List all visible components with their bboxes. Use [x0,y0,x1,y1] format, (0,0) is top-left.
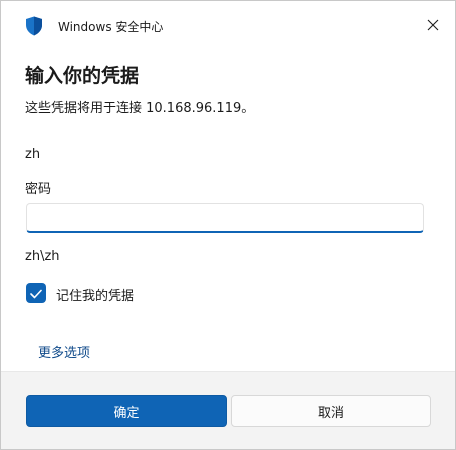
close-button[interactable] [419,11,447,39]
remember-credentials-label[interactable]: 记住我的凭据 [56,285,134,304]
dialog-footer: 确定 取消 [1,371,455,449]
password-label: 密码 [25,182,52,197]
more-options-link[interactable]: 更多选项 [38,342,90,361]
checkmark-icon [30,284,42,303]
app-title: Windows 安全中心 [58,20,164,34]
shield-icon [25,16,43,36]
ok-button[interactable]: 确定 [26,395,227,427]
remember-credentials-checkbox[interactable] [26,283,46,303]
close-icon [427,16,439,35]
username-text: zh [25,147,41,162]
dialog-heading: 输入你的凭据 [25,65,140,87]
password-input[interactable] [26,203,424,233]
cancel-button[interactable]: 取消 [231,395,431,427]
title-bar: Windows 安全中心 [1,1,455,49]
domain-user-text: zh\zh [25,249,60,264]
credential-dialog: Windows 安全中心 输入你的凭据 这些凭据将用于连接 10.168.96.… [0,0,456,450]
connection-description: 这些凭据将用于连接 10.168.96.119。 [25,101,255,116]
